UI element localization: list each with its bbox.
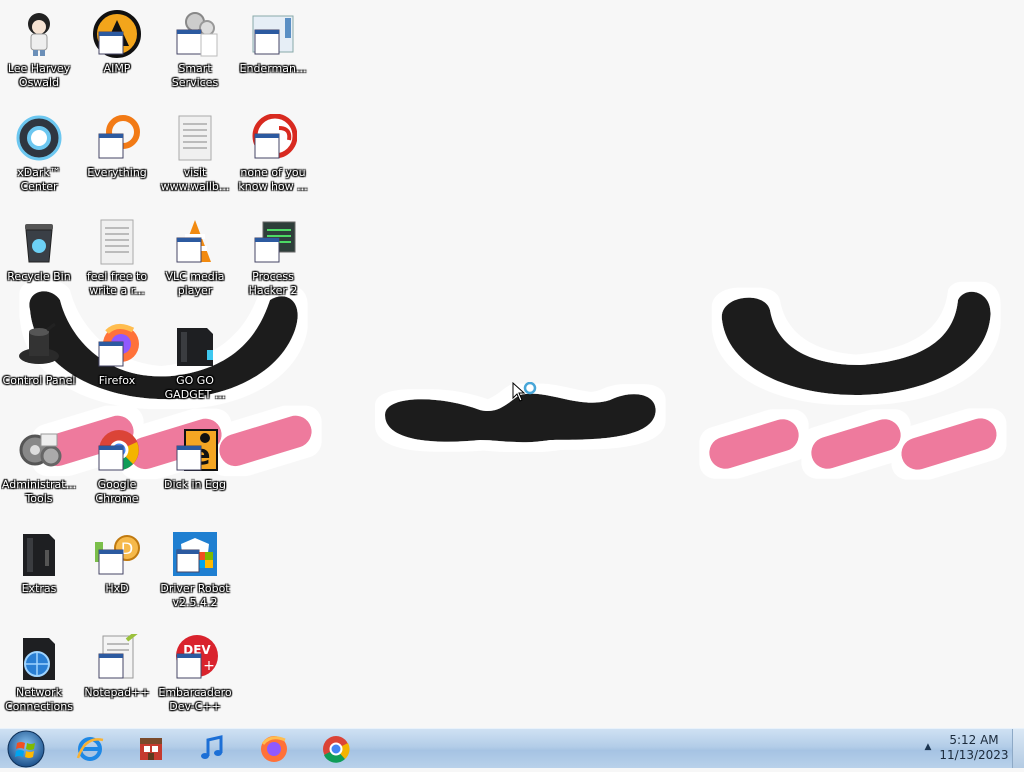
admin-tools-icon — [15, 426, 63, 474]
taskbar-music[interactable] — [192, 731, 232, 767]
desktop-icon-xdark-center[interactable]: xDark™ Center — [1, 108, 77, 208]
music-note-icon — [201, 735, 223, 759]
firefox-icon — [261, 736, 287, 762]
busy-cursor-icon — [512, 382, 537, 402]
dark-folder-icon — [171, 322, 219, 370]
desktop-icon-vlc[interactable]: VLC media player — [157, 212, 233, 312]
internet-explorer-icon — [76, 737, 104, 761]
process-hacker-icon — [249, 218, 297, 266]
desktop-icon-none-of-you[interactable]: none of you know how ... — [235, 108, 311, 208]
recycle-bin-icon — [15, 218, 63, 266]
hxd-icon: D — [93, 530, 141, 578]
desktop-icon-network-connections[interactable]: Network Connections — [1, 628, 77, 728]
devcpp-icon: DEV + — [171, 634, 219, 682]
dick-in-egg-icon: e — [171, 426, 219, 474]
desktop-icon-admin-tools[interactable]: Administrat... Tools — [1, 420, 77, 520]
desktop-icon-visit-wallb[interactable]: visit www.wallb... — [157, 108, 233, 208]
clock-time: 5:12 AM — [949, 733, 999, 747]
desktop-icon-enderman[interactable]: Enderman... — [235, 4, 311, 104]
notepad-plus-plus-icon — [93, 634, 141, 682]
store-icon — [140, 738, 162, 760]
network-folder-icon — [15, 634, 63, 682]
taskbar-firefox[interactable] — [254, 731, 294, 767]
show-desktop-button[interactable] — [1012, 729, 1024, 768]
text-document-icon — [93, 218, 141, 266]
firefox-icon — [93, 322, 141, 370]
chrome-icon — [93, 426, 141, 474]
desktop-icon-feel-free[interactable]: feel free to write a r... — [79, 212, 155, 312]
desktop-icon-recycle-bin[interactable]: Recycle Bin — [1, 212, 77, 312]
desktop-icon-go-go-gadget[interactable]: GO GO GADGET ... — [157, 316, 233, 416]
start-button[interactable] — [4, 730, 48, 768]
desktop-icon-embarcadero[interactable]: DEV + Embarcadero Dev-C++ — [157, 628, 233, 728]
desktop-icon-aimp[interactable]: AIMP — [79, 4, 155, 104]
desktop-icon-lee-harvey-oswald[interactable]: Lee Harvey Oswald — [1, 4, 77, 104]
desktop-icon-everything[interactable]: Everything — [79, 108, 155, 208]
desktop-icon-driver-robot[interactable]: Driver Robot v2.5.4.2 — [157, 524, 233, 624]
xdark-icon — [15, 114, 63, 162]
desktop-icon-hxd[interactable]: D HxD — [79, 524, 155, 624]
anime-character-icon — [15, 10, 63, 58]
taskbar-chrome[interactable] — [316, 731, 356, 767]
desktop-icon-google-chrome[interactable]: Google Chrome — [79, 420, 155, 520]
clock-date: 11/13/2023 — [939, 748, 1009, 762]
system-clock[interactable]: 5:12 AM 11/13/2023 — [938, 733, 1010, 763]
taskbar: ▲ 5:12 AM 11/13/2023 — [0, 728, 1024, 768]
window-icon — [249, 10, 297, 58]
driver-robot-icon — [171, 530, 219, 578]
everything-search-icon — [93, 114, 141, 162]
desktop-icon-notepad-plus-plus[interactable]: Notepad++ — [79, 628, 155, 728]
windows-orb-icon — [7, 730, 45, 768]
vlc-cone-icon — [171, 218, 219, 266]
desktop-icon-smart-services[interactable]: Smart Services — [157, 4, 233, 104]
taskbar-store[interactable] — [131, 731, 171, 767]
show-hidden-icons-arrow[interactable]: ▲ — [922, 741, 934, 753]
desktop-icon-control-panel[interactable]: Control Panel — [1, 316, 77, 416]
aimp-icon — [93, 10, 141, 58]
desktop-icon-extras[interactable]: Extras — [1, 524, 77, 624]
gears-icon — [171, 10, 219, 58]
desktop-icon-firefox[interactable]: Firefox — [79, 316, 155, 416]
chrome-icon — [323, 736, 350, 763]
text-document-icon — [171, 114, 219, 162]
desktop-icon-process-hacker[interactable]: Process Hacker 2 — [235, 212, 311, 312]
control-panel-icon — [15, 322, 63, 370]
dark-folder-icon — [15, 530, 63, 578]
taskbar-internet-explorer[interactable] — [70, 731, 110, 767]
svg-text:+: + — [203, 658, 215, 674]
desktop-icon-dick-in-egg[interactable]: e Dick in Egg — [157, 420, 233, 520]
red-face-icon — [249, 114, 297, 162]
